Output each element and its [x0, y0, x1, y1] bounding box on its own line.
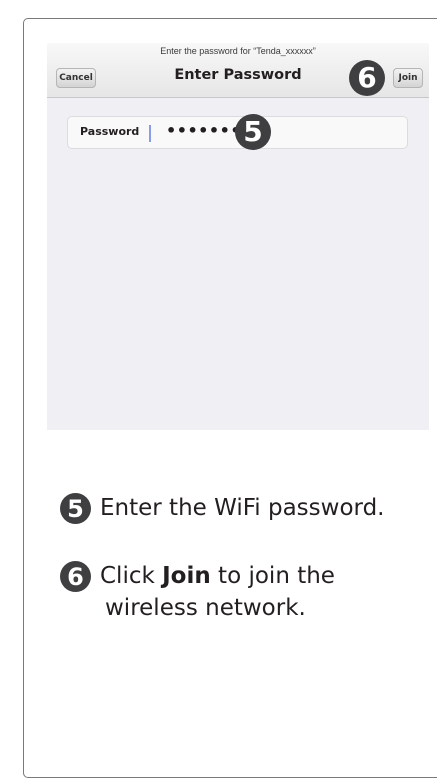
cancel-button[interactable]: Cancel — [56, 68, 96, 88]
step-5-marker: 5 — [235, 114, 271, 150]
password-label: Password — [80, 125, 140, 138]
ios-screen: Enter the password for “Tenda_xxxxxx” En… — [47, 43, 429, 430]
step-6-pre: Click — [100, 563, 163, 589]
step-5-number: 5 — [60, 493, 91, 524]
step-6-join-word: Join — [162, 563, 211, 589]
step-5-text: Enter the WiFi password. — [100, 495, 385, 521]
text-cursor — [149, 125, 151, 142]
nav-bar: Enter the password for “Tenda_xxxxxx” En… — [47, 43, 429, 98]
step-6-text: Click Join to join the — [100, 560, 335, 593]
join-button[interactable]: Join — [393, 68, 423, 88]
password-prompt: Enter the password for “Tenda_xxxxxx” — [160, 46, 316, 56]
step-6-line2: wireless network. — [105, 595, 306, 621]
step-6-post: to join the — [210, 563, 335, 589]
step-6-number: 6 — [60, 561, 91, 592]
step-6-marker: 6 — [349, 60, 385, 96]
